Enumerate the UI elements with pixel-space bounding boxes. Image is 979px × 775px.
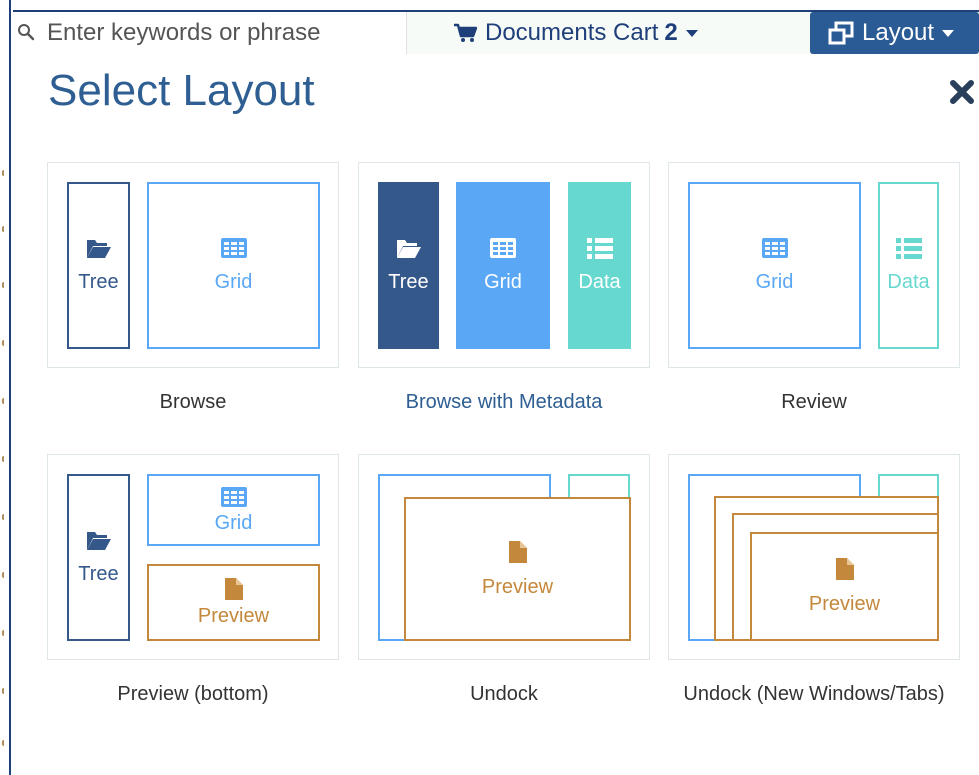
edge-mark (2, 282, 7, 288)
document-icon (508, 540, 527, 563)
layout-option-preview-bottom[interactable]: Tree Grid Preview (47, 454, 339, 660)
layout-caption: Browse (159, 391, 227, 413)
layout-option-browse-with-metadata[interactable]: Tree Grid Data (358, 162, 650, 368)
grid-pane: Grid (147, 474, 320, 546)
pane-label: Tree (78, 563, 119, 585)
grid-icon (490, 238, 516, 258)
search-icon[interactable] (17, 23, 35, 41)
pane-label: Grid (484, 271, 522, 293)
documents-cart-button[interactable]: Documents Cart 2 (453, 18, 698, 48)
tree-pane: Tree (67, 182, 130, 349)
pane-label: Preview (481, 575, 554, 598)
pane-label: Preview (808, 593, 881, 615)
layout-caption: Undock (New Windows/Tabs) (683, 683, 945, 705)
dialog-title: Select Layout (48, 66, 315, 115)
edge-mark (2, 630, 7, 636)
edge-mark (2, 572, 7, 578)
cart-count: 2 (664, 19, 678, 46)
list-icon (586, 238, 613, 259)
layout-caption: Review (781, 391, 847, 413)
edge-mark (2, 398, 7, 404)
preview-pane: Preview (147, 564, 320, 641)
search-input[interactable] (47, 19, 397, 47)
pane-label: Grid (214, 511, 253, 534)
layout-option-undock[interactable]: Preview (358, 454, 650, 660)
grid-icon (761, 238, 788, 258)
data-pane: Data (568, 182, 631, 349)
tree-pane: Tree (378, 182, 439, 349)
layout-option-undock-new-windows[interactable]: Preview (668, 454, 960, 660)
edge-mark (2, 340, 7, 346)
grid-pane: Grid (688, 182, 861, 349)
folder-icon (396, 240, 421, 258)
search-box (13, 12, 407, 54)
data-pane: Data (878, 182, 939, 349)
preview-window: Preview (750, 532, 939, 641)
grid-icon (220, 486, 247, 507)
layout-caption: Browse with Metadata (405, 391, 603, 413)
close-icon[interactable] (948, 78, 976, 106)
layout-button-label: Layout (862, 19, 935, 46)
tree-pane: Tree (67, 474, 130, 641)
grid-pane: Grid (147, 182, 320, 349)
cart-label: Documents Cart (485, 19, 659, 46)
folder-icon (86, 532, 111, 550)
edge-mark (2, 456, 7, 462)
pane-label: Tree (78, 271, 119, 293)
edge-mark (2, 688, 7, 694)
chevron-down-icon (685, 29, 698, 37)
layout-option-browse[interactable]: Tree Grid (47, 162, 339, 368)
pane-label: Tree (388, 271, 429, 293)
layout-option-review[interactable]: Grid Data (668, 162, 960, 368)
list-icon (895, 238, 922, 259)
pane-label: Data (578, 271, 621, 293)
preview-window: Preview (404, 497, 631, 641)
chevron-down-icon (942, 29, 955, 37)
document-icon (224, 578, 243, 600)
cart-icon (454, 23, 477, 42)
document-icon (835, 558, 854, 580)
edge-mark (2, 514, 7, 520)
layout-button[interactable]: Layout (810, 12, 979, 54)
pane-label: Grid (755, 271, 794, 293)
layout-caption: Undock (470, 683, 538, 705)
pane-label: Data (887, 271, 930, 293)
edge-mark (2, 740, 7, 746)
layout-icon (828, 21, 854, 45)
edge-mark (2, 226, 7, 232)
grid-icon (220, 238, 247, 258)
pane-label: Preview (197, 605, 270, 627)
edge-mark (2, 170, 7, 176)
folder-icon (86, 240, 111, 258)
grid-pane: Grid (456, 182, 550, 349)
pane-label: Grid (214, 271, 253, 293)
top-toolbar: Documents Cart 2 Layout (13, 10, 979, 54)
layout-caption: Preview (bottom) (117, 683, 269, 705)
left-edge-strip (0, 0, 11, 775)
